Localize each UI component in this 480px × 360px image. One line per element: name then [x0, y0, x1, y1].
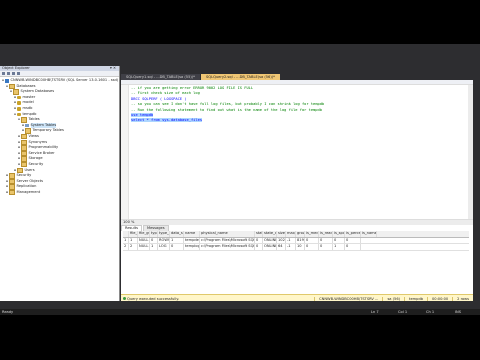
column-header[interactable]: file_guid [138, 231, 150, 237]
server-icon [5, 79, 9, 83]
table-cell[interactable]: 0 [319, 237, 333, 243]
editor-scrollbar[interactable] [468, 85, 473, 219]
status-char: Ch 1 [426, 310, 435, 314]
code-line[interactable]: -- First check size of each log [131, 91, 200, 95]
status-line: Ln 7 [371, 310, 379, 314]
status-time: 00:00:00 [427, 296, 452, 301]
table-cell[interactable]: c:\Program Files\Microsoft SQL Server\MS… [200, 244, 255, 250]
table-cell[interactable]: NULL [138, 237, 150, 243]
success-icon [123, 296, 126, 300]
table-cell[interactable]: 0 [255, 237, 263, 243]
status-database: tempdb [404, 296, 427, 301]
table-cell[interactable]: 1 [170, 237, 184, 243]
column-header[interactable]: type [150, 231, 158, 237]
table-cell[interactable]: 1 [129, 237, 138, 243]
table-cell[interactable]: c:\Program Files\Microsoft SQL Server\MS… [200, 237, 255, 243]
status-rows: 2 rows [452, 296, 473, 301]
table-cell[interactable]: 64 [277, 244, 286, 250]
pin-icon[interactable]: ▾ ✕ [110, 66, 116, 71]
object-explorer-panel: Object Explorer ▾ ✕ ⊟ CNNWB-WINDBC00HB\TS… [0, 66, 120, 301]
code-lines[interactable]: -- if you are getting error ERROR 9002 L… [131, 86, 324, 124]
table-row[interactable]: 2 2 NULL 1 LOG 0 templog c:\Program Files\Micro… [123, 244, 469, 251]
table-icon [25, 123, 29, 128]
table-cell[interactable]: ROWS [158, 237, 170, 243]
table-cell[interactable]: 8192 [296, 237, 305, 243]
table-cell[interactable]: 10 [296, 244, 305, 250]
column-header[interactable]: is_name_reserved [361, 231, 377, 237]
table-cell[interactable]: tempdev [184, 237, 200, 243]
tree-node-label: Management [16, 189, 41, 194]
ssms-window: Object Explorer ▾ ✕ ⊟ CNNWB-WINDBC00HB\TS… [0, 44, 480, 315]
table-cell[interactable]: 0 [255, 244, 263, 250]
database-icon [17, 95, 21, 100]
code-line[interactable]: -- Run the following statement to find o… [131, 108, 322, 112]
object-explorer-header: Object Explorer ▾ ✕ [0, 66, 119, 71]
query-editor[interactable]: -- if you are getting error ERROR 9002 L… [121, 85, 473, 219]
editor-gutter [121, 85, 129, 219]
table-cell[interactable]: 1024 [277, 237, 286, 243]
folder-icon [9, 189, 15, 196]
table-cell[interactable]: -1 [286, 237, 296, 243]
column-header[interactable]: is_percent_growth [345, 231, 361, 237]
table-cell[interactable]: -1 [286, 244, 296, 250]
table-cell[interactable]: NULL [138, 244, 150, 250]
table-cell[interactable]: 0 [170, 244, 184, 250]
column-header[interactable]: max_size [286, 231, 296, 237]
code-line[interactable]: use tempdb [131, 112, 154, 117]
database-icon [17, 107, 21, 111]
object-explorer-title: Object Explorer [2, 66, 30, 70]
status-insert-mode: INS [455, 310, 462, 314]
table-cell[interactable]: LOG [158, 244, 170, 250]
refresh-icon[interactable] [17, 72, 20, 75]
column-header[interactable]: type_desc [158, 231, 170, 237]
table-cell[interactable]: 1 [150, 244, 158, 250]
zoom-bar: 100 % [121, 219, 473, 225]
status-ready: Ready [2, 310, 14, 314]
table-cell[interactable]: 0 [319, 244, 333, 250]
results-tabs: Results Messages [121, 225, 169, 232]
column-header[interactable]: is_read_only [319, 231, 333, 237]
column-header[interactable]: name [184, 231, 200, 237]
table-cell[interactable]: ONLINE [263, 237, 277, 243]
object-explorer-tree: ⊟ CNNWB-WINDBC00HB\TSTSRV (SQL Server 13.… [0, 77, 119, 196]
table-cell[interactable]: 0 [305, 244, 319, 250]
query-document: -- if you are getting error ERROR 9002 L… [121, 80, 473, 301]
column-header[interactable]: file_id [129, 231, 138, 237]
disconnect-icon[interactable] [7, 72, 10, 75]
code-line[interactable]: -- so you can see I don't have full log … [131, 102, 324, 106]
table-cell[interactable]: 0 [333, 237, 345, 243]
tree-node[interactable]: ⊞ Management [0, 190, 119, 196]
column-header[interactable]: state [255, 231, 263, 237]
zoom-level[interactable]: 100 % [123, 220, 134, 224]
column-header[interactable]: state_desc [263, 231, 277, 237]
column-header[interactable]: data_space_id [170, 231, 184, 237]
connect-icon[interactable] [2, 72, 5, 75]
table-cell[interactable]: 1 [333, 244, 345, 250]
status-bar: Ready Ln 7 Col 1 Ch 1 INS [0, 309, 480, 315]
table-cell[interactable]: 0 [150, 237, 158, 243]
table-cell[interactable]: 0 [345, 237, 361, 243]
column-header[interactable]: is_media_read_only [305, 231, 319, 237]
table-cell[interactable]: 0 [305, 237, 319, 243]
column-header[interactable]: growth [296, 231, 305, 237]
table-cell[interactable]: templog [184, 244, 200, 250]
column-header[interactable]: physical_name [200, 231, 255, 237]
database-icon [17, 112, 21, 117]
status-column: Col 1 [398, 310, 408, 314]
database-icon [17, 101, 21, 105]
table-cell[interactable]: 0 [345, 244, 361, 250]
status-user: sa (56) [382, 296, 404, 301]
code-line[interactable]: -- if you are getting error ERROR 9002 L… [131, 86, 253, 90]
column-header[interactable]: is_sparse [333, 231, 345, 237]
status-server: CNNWB-WINDBC00HB\TSTSRV ... [314, 296, 382, 301]
query-status-message: Query executed successfully. [127, 296, 180, 301]
results-grid[interactable]: file_idfile_guidtypetype_descdata_space_… [123, 231, 469, 251]
code-line[interactable]: DBCC SQLPERF ( LOGSPACE ) [131, 97, 187, 101]
query-status-bar: Query executed successfully. CNNWB-WINDB… [121, 294, 473, 301]
filter-icon[interactable] [12, 72, 15, 75]
code-line[interactable]: select * from sys.database_files [131, 118, 203, 123]
column-header[interactable]: size [277, 231, 286, 237]
table-cell[interactable]: ONLINE [263, 244, 277, 250]
table-cell[interactable]: 2 [129, 244, 138, 250]
